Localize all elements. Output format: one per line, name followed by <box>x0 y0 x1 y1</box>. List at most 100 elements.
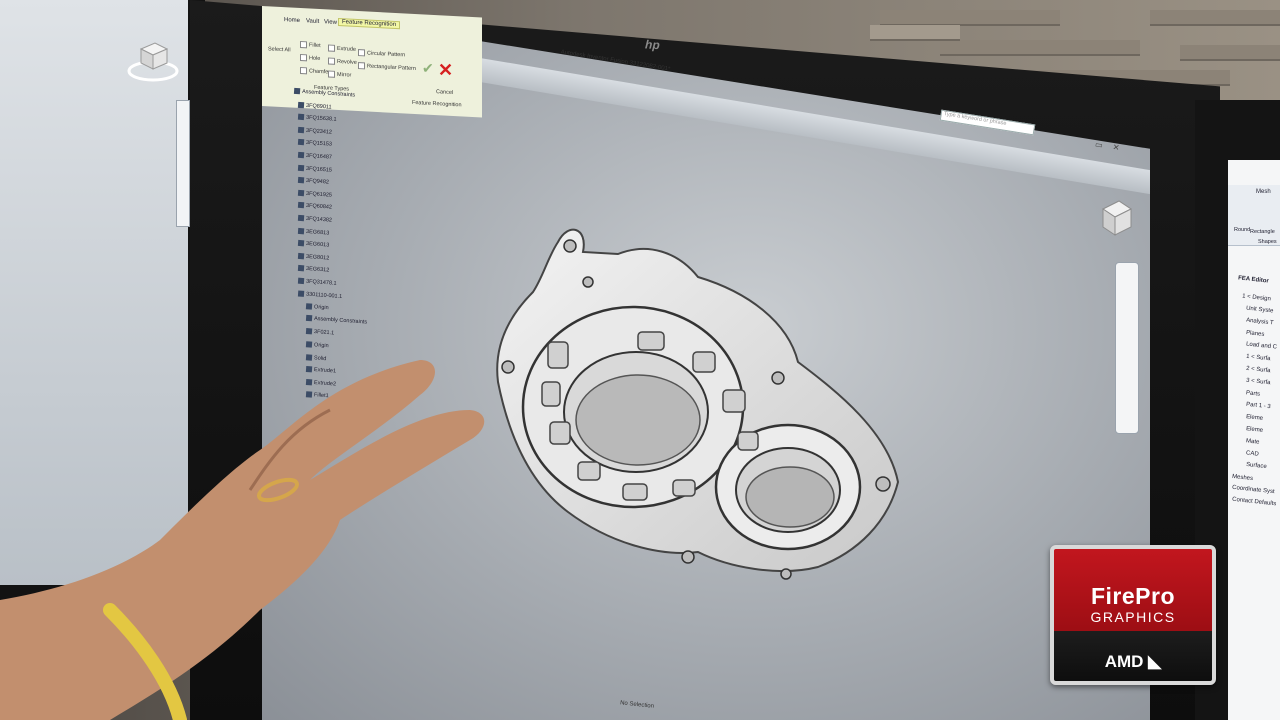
browser-node[interactable]: 3301110-001.1 <box>297 290 343 300</box>
browser-node[interactable]: 3F021.1 <box>305 328 335 337</box>
browser-node[interactable]: 3EG6312 <box>297 265 330 274</box>
browser-node[interactable]: Origin <box>305 303 329 312</box>
fea-tree-item[interactable]: Part 1 - 3 <box>1246 402 1271 411</box>
browser-node[interactable]: 3EG6013 <box>297 240 330 249</box>
fillet-checkbox[interactable]: Fillet <box>300 40 321 49</box>
view-cube-icon[interactable] <box>1095 195 1137 245</box>
round-tool[interactable]: Round <box>1234 227 1250 233</box>
browser-node-label: 3FQ60842 <box>305 203 333 212</box>
tab-vault[interactable]: Vault <box>306 18 319 25</box>
browser-node[interactable]: 3FQ89011 <box>297 101 332 111</box>
browser-node[interactable]: 3FQ60842 <box>297 202 333 212</box>
mirror-checkbox[interactable]: Mirror <box>328 70 351 79</box>
part-icon <box>297 240 305 247</box>
part-icon <box>293 87 301 95</box>
browser-node-label: 3EG6813 <box>305 228 330 237</box>
fea-tree-item[interactable]: Eleme <box>1246 414 1264 422</box>
part-icon <box>297 265 305 272</box>
fea-tree-item[interactable]: 2 < Surfa <box>1246 366 1271 375</box>
part-icon <box>297 290 305 297</box>
group-feature-recognition: Feature Recognition <box>412 99 462 109</box>
shapes-group: Shapes <box>1258 239 1277 245</box>
right-ribbon: Mesh Round Rectangle Shapes <box>1228 185 1280 246</box>
browser-node-label: 3FQ16515 <box>305 165 333 174</box>
fea-tree-item[interactable]: 1 < Surfa <box>1246 354 1271 363</box>
part-icon <box>297 214 305 222</box>
part-icon <box>297 139 305 146</box>
extrude-checkbox[interactable]: Extrude <box>328 44 356 53</box>
fea-tree-item[interactable]: 3 < Surfa <box>1246 378 1271 387</box>
firepro-graphics-badge: FirePro GRAPHICS AMD ◣ <box>1050 545 1216 685</box>
browser-node[interactable]: 3FQ15153 <box>297 139 333 149</box>
left-navigation-bar[interactable] <box>176 100 190 227</box>
hole-checkbox[interactable]: Hole <box>300 53 320 62</box>
revolve-checkbox[interactable]: Revolve <box>328 57 357 66</box>
chamfer-checkbox[interactable]: Chamfer <box>300 66 330 76</box>
amd-arrow-icon: ◣ <box>1143 652 1162 671</box>
fea-tree-item[interactable]: Mate <box>1246 438 1260 445</box>
cancel-icon[interactable]: ✕ <box>438 60 453 81</box>
browser-node-label: 3FQ31478.1 <box>305 278 337 287</box>
browser-node[interactable]: 3FQ9482 <box>297 177 329 186</box>
part-icon <box>297 101 305 108</box>
part-icon <box>297 202 305 209</box>
fea-tree-item[interactable]: CAD <box>1246 450 1259 457</box>
browser-node-label: 3FQ15638.1 <box>305 114 337 123</box>
browser-node-label: 3EG6312 <box>305 266 330 274</box>
select-all-button[interactable]: Select All <box>268 46 291 53</box>
browser-node-label: 3EG8012 <box>305 253 330 262</box>
rectangular-pattern-checkbox[interactable]: Rectangular Pattern <box>358 62 416 72</box>
browser-node[interactable]: 3FQ16487 <box>297 151 332 161</box>
mesh-tab[interactable]: Mesh <box>1256 189 1271 195</box>
fea-tree-item[interactable]: Meshes <box>1232 474 1254 482</box>
browser-node-label: 3EG6013 <box>305 241 330 249</box>
browser-node[interactable]: 3FQ14382 <box>297 214 333 224</box>
browser-node[interactable]: 3FQ23412 <box>297 126 333 136</box>
rectangle-tool[interactable]: Rectangle <box>1250 229 1275 235</box>
fea-tree-item[interactable]: Eleme <box>1246 426 1264 434</box>
browser-node[interactable]: 3FQ16515 <box>297 164 333 174</box>
browser-node[interactable]: 3FQ31478.1 <box>297 277 337 287</box>
fea-tree-item[interactable]: Contact Defaults <box>1232 497 1277 508</box>
browser-node-label: 3FQ23412 <box>305 127 333 136</box>
tab-view[interactable]: View <box>324 19 337 26</box>
part-icon <box>305 328 313 335</box>
browser-node[interactable]: Assembly Constraints <box>293 87 355 99</box>
fea-tree-item[interactable]: Unit Syste <box>1246 306 1274 315</box>
browser-node[interactable]: 3EG6813 <box>297 227 330 237</box>
part-icon <box>297 277 305 285</box>
fea-tree-item[interactable]: Surface <box>1246 462 1267 470</box>
part-icon <box>297 126 305 134</box>
fea-tree-item[interactable]: Load and C <box>1246 341 1277 350</box>
navigation-bar-icon[interactable] <box>1115 262 1139 434</box>
fea-tree-item[interactable]: Coordinate Syst <box>1232 485 1275 495</box>
part-icon <box>305 303 313 310</box>
fea-tree-item[interactable]: Analysis T <box>1246 318 1274 327</box>
browser-node[interactable]: 3EG8012 <box>297 252 330 262</box>
browser-node[interactable]: Assembly Constraints <box>305 314 368 326</box>
fea-tree-item[interactable]: Planes <box>1246 330 1265 338</box>
circular-pattern-checkbox[interactable]: Circular Pattern <box>358 49 405 58</box>
part-icon <box>297 252 305 260</box>
part-icon <box>297 113 305 121</box>
view-cube-icon[interactable] <box>127 35 179 83</box>
browser-node-label: 3301110-001.1 <box>305 291 343 300</box>
browser-node-label: 3FQ15153 <box>305 140 333 149</box>
browser-node[interactable]: 3FQ15638.1 <box>297 113 337 123</box>
browser-node-label: Assembly Constraints <box>313 315 368 326</box>
amd-logo: AMD ◣ <box>1104 652 1162 671</box>
tab-feature-recognition[interactable]: Feature Recognition <box>338 17 401 30</box>
fea-tree-item[interactable]: 1 < Design <box>1242 294 1271 303</box>
cad-part-housing[interactable] <box>488 222 908 582</box>
badge-title: FirePro <box>1090 583 1176 609</box>
tab-home[interactable]: Home <box>284 17 300 24</box>
browser-node[interactable]: 3FQ61925 <box>297 189 332 198</box>
browser-node-label: Origin <box>313 304 329 312</box>
part-icon <box>297 177 305 184</box>
presenter-hand <box>0 360 485 720</box>
fea-tree-item[interactable]: Parts <box>1246 390 1261 397</box>
check-icon[interactable]: ✔ <box>422 60 434 77</box>
part-icon <box>297 164 305 171</box>
browser-node-label: 3FQ14382 <box>305 215 333 224</box>
browser-node-label: 3FQ89011 <box>305 102 332 111</box>
